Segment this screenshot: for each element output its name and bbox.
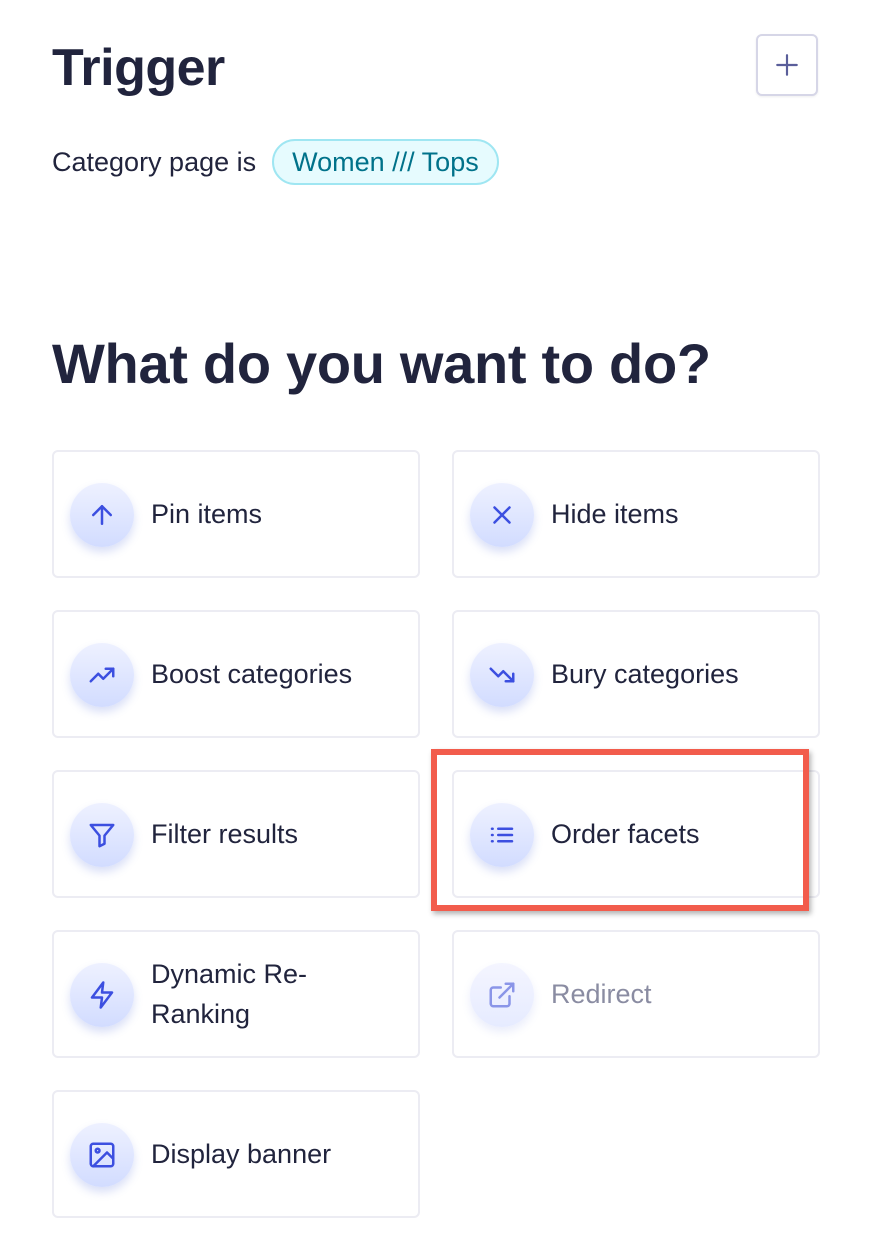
- trending-up-icon: [89, 667, 115, 683]
- filter-results-label: Filter results: [151, 819, 299, 849]
- order-facets-card[interactable]: Order facets: [452, 770, 820, 898]
- redirect-icon-wrap: [470, 963, 534, 1027]
- order-facets-icon-wrap: [470, 803, 534, 867]
- boost-categories-card[interactable]: Boost categories: [52, 610, 420, 738]
- x-icon: [493, 506, 511, 524]
- trending-down-icon: [489, 667, 515, 683]
- redirect-card[interactable]: Redirect: [452, 930, 820, 1058]
- add-trigger-button[interactable]: [756, 34, 818, 96]
- filter-icon: [89, 823, 115, 848]
- bury-categories-icon-wrap: [470, 643, 534, 707]
- dynamic-reranking-card[interactable]: Dynamic Re-Ranking: [52, 930, 420, 1058]
- arrow-up-icon: [92, 505, 112, 525]
- hide-items-card[interactable]: Hide items: [452, 450, 820, 578]
- pin-items-label: Pin items: [151, 499, 263, 529]
- actions-section-title: What do you want to do?: [52, 332, 711, 395]
- trigger-condition: Category page is Women /// Tops: [52, 138, 499, 186]
- redirect-label: Redirect: [551, 979, 652, 1009]
- filter-results-card[interactable]: Filter results: [52, 770, 420, 898]
- display-banner-label: Display banner: [151, 1139, 332, 1169]
- bury-categories-label: Bury categories: [551, 659, 739, 689]
- condition-label: Category page is: [52, 146, 257, 177]
- lightning-icon: [90, 981, 114, 1009]
- display-banner-card[interactable]: Display banner: [52, 1090, 420, 1218]
- display-banner-icon-wrap: [70, 1123, 134, 1187]
- hide-items-label: Hide items: [551, 499, 679, 529]
- boost-categories-label: Boost categories: [151, 659, 353, 689]
- boost-categories-icon-wrap: [70, 643, 134, 707]
- order-facets-label: Order facets: [551, 819, 700, 849]
- hide-items-icon-wrap: [470, 483, 534, 547]
- condition-value-tag[interactable]: Women /// Tops: [272, 139, 499, 185]
- image-icon: [89, 1142, 115, 1168]
- external-link-icon: [489, 982, 515, 1008]
- list-icon: [490, 827, 514, 843]
- pin-items-card[interactable]: Pin items: [52, 450, 420, 578]
- plus-icon: [776, 54, 798, 76]
- dynamic-reranking-label: Dynamic Re-Ranking: [151, 959, 308, 1029]
- filter-results-icon-wrap: [70, 803, 134, 867]
- dynamic-reranking-icon-wrap: [70, 963, 134, 1027]
- trigger-title: Trigger: [52, 39, 225, 97]
- pin-items-icon-wrap: [70, 483, 134, 547]
- bury-categories-card[interactable]: Bury categories: [452, 610, 820, 738]
